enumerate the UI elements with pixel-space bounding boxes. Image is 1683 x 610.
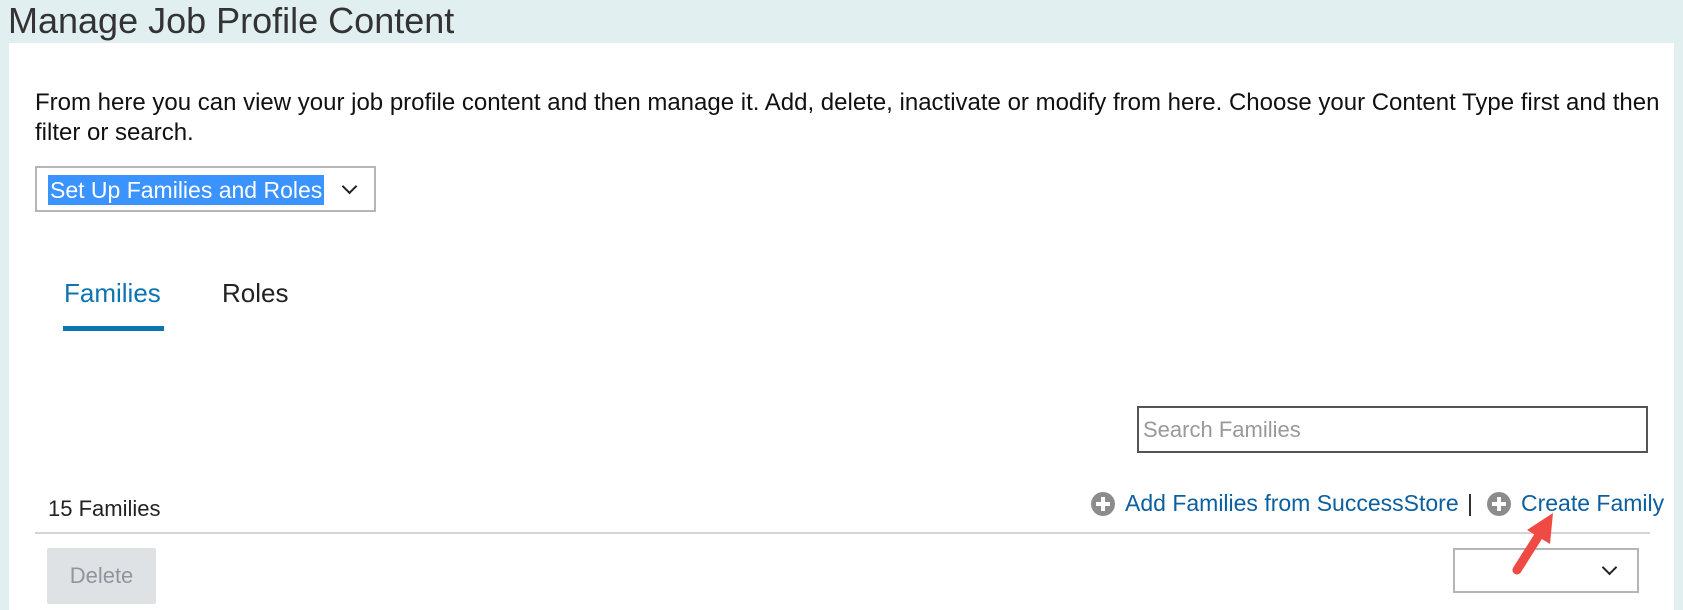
chevron-down-icon xyxy=(341,178,358,195)
intro-text: From here you can view your job profile … xyxy=(35,89,1660,146)
link-separator: | xyxy=(1467,490,1473,516)
plus-circle-icon xyxy=(1091,492,1115,516)
tab-roles[interactable]: Roles xyxy=(222,277,288,309)
tab-families[interactable]: Families xyxy=(64,277,161,309)
add-families-label: Add Families from SuccessStore xyxy=(1125,490,1459,516)
active-tab-indicator xyxy=(63,326,164,331)
red-arrow-icon xyxy=(1512,513,1553,575)
search-families-input[interactable] xyxy=(1137,406,1648,453)
chevron-down-icon xyxy=(1601,559,1618,576)
list-divider xyxy=(35,532,1650,534)
page-title: Manage Job Profile Content xyxy=(8,0,455,41)
add-families-from-successstore-link[interactable]: Add Families from SuccessStore xyxy=(1091,488,1459,518)
content-type-select[interactable]: Set Up Families and Roles xyxy=(35,166,376,212)
families-count: 15 Families xyxy=(48,496,161,521)
content-type-value: Set Up Families and Roles xyxy=(48,175,325,205)
delete-button[interactable]: Delete xyxy=(47,548,156,604)
